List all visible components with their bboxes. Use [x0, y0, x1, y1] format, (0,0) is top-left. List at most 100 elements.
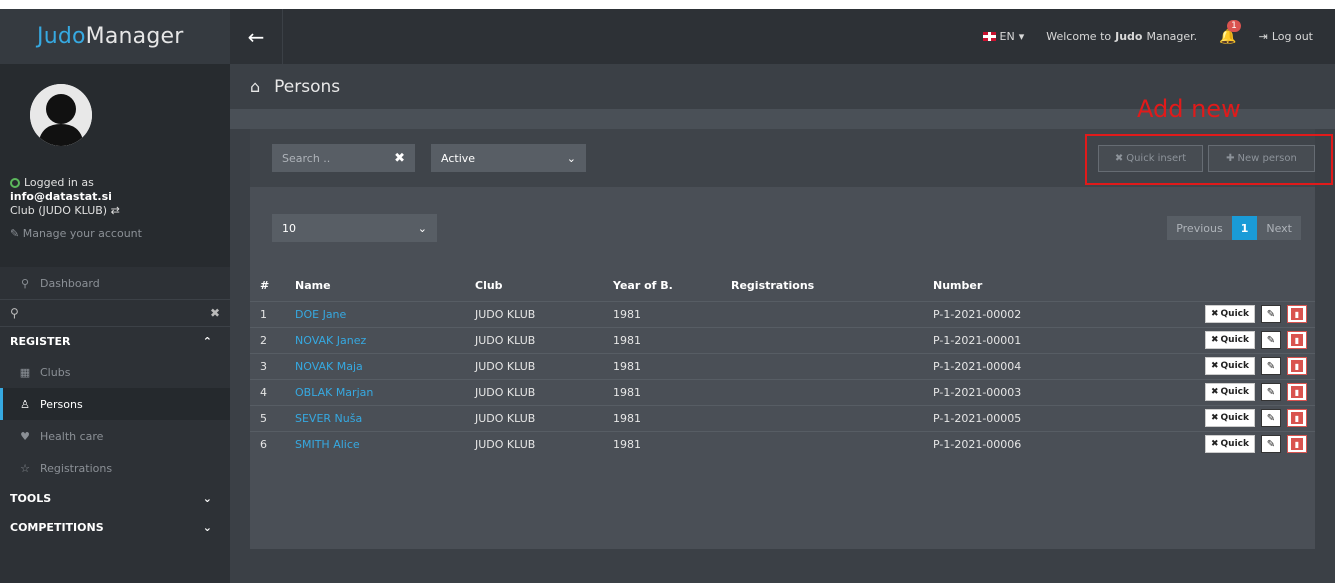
- edit-button[interactable]: ✎: [1261, 305, 1281, 323]
- logout-icon: ⇥: [1258, 30, 1268, 43]
- cell-index: 4: [250, 378, 285, 405]
- cell-name-link[interactable]: NOVAK Janez: [285, 326, 465, 353]
- delete-button[interactable]: ▮: [1287, 305, 1307, 323]
- edit-button[interactable]: ✎: [1261, 383, 1281, 401]
- cell-name-link[interactable]: OBLAK Marjan: [285, 378, 465, 405]
- heart-icon: ♥: [20, 429, 30, 443]
- page-size-value: 10: [282, 221, 296, 235]
- cell-name-link[interactable]: DOE Jane: [285, 300, 465, 327]
- sidebar-item-health-care[interactable]: ♥ Health care: [0, 420, 230, 452]
- club-switcher[interactable]: Club (JUDO KLUB) ⇄: [10, 204, 120, 217]
- sidebar-item-dashboard[interactable]: ⚲ Dashboard: [0, 267, 230, 299]
- sidebar-item-clubs[interactable]: ▦ Clubs: [0, 356, 230, 388]
- edit-button[interactable]: ✎: [1261, 331, 1281, 349]
- logout-label: Log out: [1271, 30, 1313, 43]
- bell-icon[interactable]: 🔔 1: [1219, 19, 1241, 45]
- edit-button[interactable]: ✎: [1261, 357, 1281, 375]
- page-1-button[interactable]: 1: [1231, 216, 1258, 240]
- home-icon[interactable]: ⌂: [250, 77, 260, 96]
- uk-flag-icon: [982, 32, 996, 41]
- col-header-number[interactable]: Number: [923, 271, 1123, 301]
- table-row: 2 NOVAK Janez JUDO KLUB 1981 P-1-2021-00001 ✖…: [250, 326, 1315, 353]
- row-actions: ✖ Quick ✎ ▮: [1133, 305, 1315, 323]
- brand-part-2: Manager: [85, 24, 184, 49]
- cell-name-link[interactable]: SEVER Nuša: [285, 404, 465, 431]
- sidebar-search-input[interactable]: ⚲ ✖: [0, 299, 230, 327]
- chevron-down-icon: ⌄: [566, 151, 576, 165]
- trash-icon: ▮: [1291, 438, 1303, 451]
- section-competitions[interactable]: COMPETITIONS ⌄: [0, 513, 230, 542]
- pencil-icon: ✎: [1266, 360, 1276, 372]
- manage-text: Manage your account: [22, 227, 142, 240]
- section-label: COMPETITIONS: [10, 521, 104, 534]
- section-register[interactable]: REGISTER ⌃: [0, 327, 230, 356]
- previous-page-button[interactable]: Previous: [1167, 216, 1232, 240]
- col-header-name[interactable]: Name: [285, 271, 465, 301]
- trash-icon: ▮: [1291, 360, 1303, 372]
- cell-name-link[interactable]: NOVAK Maja: [285, 352, 465, 379]
- language-label: EN: [999, 30, 1015, 43]
- sidebar-item-label: Health care: [40, 429, 104, 443]
- brand-logo[interactable]: Judo Manager: [0, 9, 230, 64]
- quick-button[interactable]: ✖ Quick: [1204, 435, 1255, 454]
- sidebar-item-label: Dashboard: [40, 276, 100, 290]
- delete-button[interactable]: ▮: [1287, 357, 1307, 375]
- delete-button[interactable]: ▮: [1287, 435, 1307, 454]
- quick-label: Quick: [1220, 335, 1249, 345]
- star-icon: ☆: [20, 461, 30, 475]
- logged-in-label: Logged in as: [10, 176, 94, 189]
- col-header-index[interactable]: #: [250, 271, 285, 301]
- sidebar-item-label: Persons: [40, 397, 83, 411]
- col-header-club[interactable]: Club: [465, 271, 603, 301]
- sidebar-item-persons[interactable]: ♙ Persons: [0, 388, 230, 420]
- chevron-down-icon: ⌄: [417, 221, 427, 235]
- quick-button[interactable]: ✖ Quick: [1204, 357, 1255, 375]
- edit-button[interactable]: ✎: [1261, 435, 1281, 454]
- col-header-year[interactable]: Year of B.: [603, 271, 721, 301]
- quick-button[interactable]: ✖ Quick: [1204, 305, 1255, 323]
- persons-panel: Search .. ✖ Active ⌄ ✖ Quick insert ✚ New pe…: [250, 95, 1333, 549]
- quick-label: Quick: [1220, 413, 1249, 423]
- cell-number: P-1-2021-00001: [923, 326, 1123, 353]
- back-arrow-icon[interactable]: ←: [230, 9, 283, 64]
- status-filter-select[interactable]: Active ⌄: [431, 144, 586, 172]
- cell-registrations: [721, 300, 923, 327]
- quick-button[interactable]: ✖ Quick: [1204, 409, 1255, 427]
- table-row: 5 SEVER Nuša JUDO KLUB 1981 P-1-2021-00005 ✖ Q…: [250, 404, 1315, 431]
- quick-button[interactable]: ✖ Quick: [1204, 383, 1255, 401]
- row-actions: ✖ Quick ✎ ▮: [1133, 331, 1315, 349]
- trash-icon: ▮: [1291, 334, 1303, 346]
- cell-club: JUDO KLUB: [465, 404, 603, 431]
- cell-name-link[interactable]: SMITH Alice: [285, 430, 465, 457]
- top-strip: [0, 0, 1335, 9]
- logout-link[interactable]: ⇥ Log out: [1259, 30, 1313, 43]
- sidebar-item-registrations[interactable]: ☆ Registrations: [0, 452, 230, 484]
- page-size-select[interactable]: 10 ⌄: [272, 214, 437, 242]
- welcome-text: Welcome to Judo Manager.: [1046, 30, 1197, 43]
- section-label: TOOLS: [10, 492, 52, 505]
- edit-button[interactable]: ✎: [1261, 409, 1281, 427]
- section-tools[interactable]: TOOLS ⌄: [0, 484, 230, 513]
- quick-icon: ✖: [1210, 413, 1219, 423]
- status-value: Active: [441, 151, 476, 165]
- clear-icon[interactable]: ✖: [210, 306, 220, 320]
- delete-button[interactable]: ▮: [1287, 383, 1307, 401]
- brand-part-1: Judo: [37, 24, 86, 49]
- manage-account-link[interactable]: ✎ Manage your account: [10, 227, 142, 240]
- cell-actions: ✖ Quick ✎ ▮: [1123, 404, 1315, 431]
- language-selector[interactable]: EN ▾: [982, 30, 1024, 43]
- section-label: REGISTER: [10, 335, 71, 348]
- next-page-button[interactable]: Next: [1257, 216, 1301, 240]
- cell-index: 3: [250, 352, 285, 379]
- col-header-actions: [1123, 271, 1315, 301]
- col-header-registrations[interactable]: Registrations: [721, 271, 923, 301]
- table-row: 3 NOVAK Maja JUDO KLUB 1981 P-1-2021-00004 ✖ Q…: [250, 352, 1315, 379]
- delete-button[interactable]: ▮: [1287, 331, 1307, 349]
- cell-number: P-1-2021-00002: [923, 300, 1123, 327]
- trash-icon: ▮: [1291, 308, 1303, 320]
- clear-search-icon[interactable]: ✖: [394, 151, 405, 166]
- search-input[interactable]: Search .. ✖: [272, 144, 415, 172]
- cell-registrations: [721, 430, 923, 457]
- delete-button[interactable]: ▮: [1287, 409, 1307, 427]
- quick-button[interactable]: ✖ Quick: [1204, 331, 1255, 349]
